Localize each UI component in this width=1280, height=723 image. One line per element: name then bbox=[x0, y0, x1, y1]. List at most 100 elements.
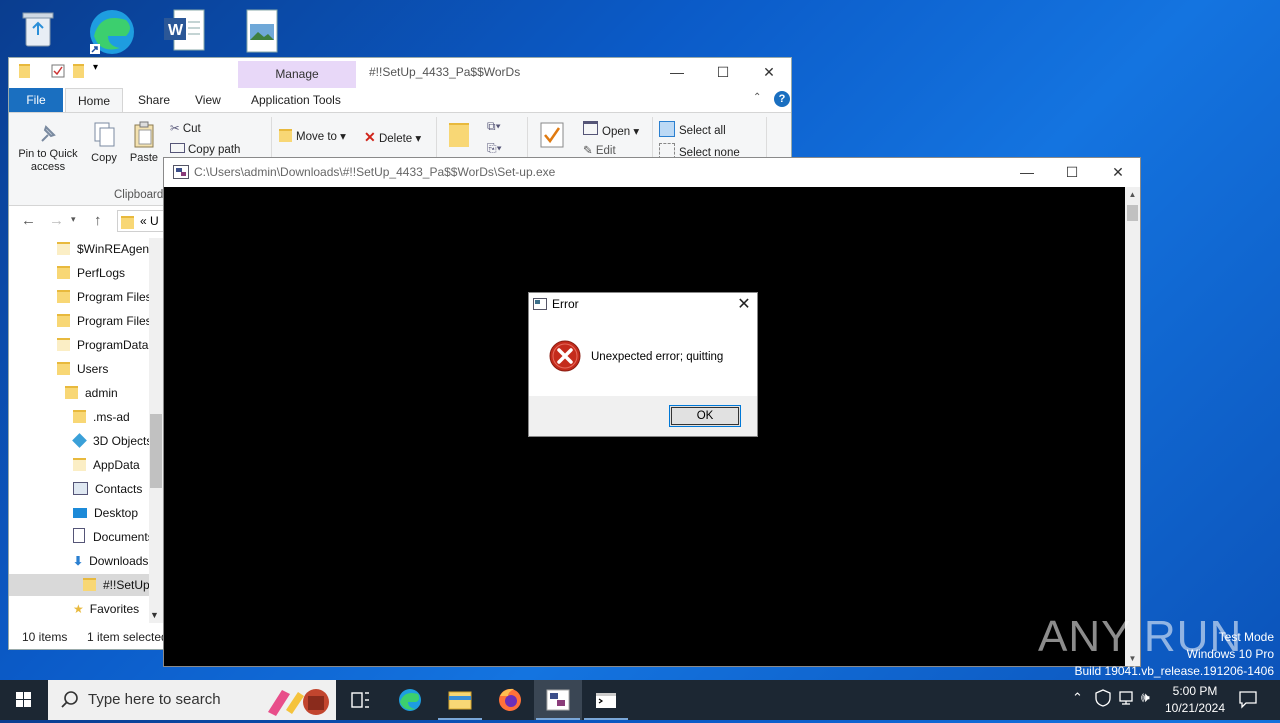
tree-scroll-down-icon[interactable]: ▼ bbox=[150, 610, 159, 620]
folder-icon bbox=[57, 242, 70, 255]
back-arrow-icon[interactable]: ← bbox=[21, 212, 36, 229]
tab-view[interactable]: View bbox=[183, 88, 233, 112]
edit-button[interactable]: ✎ Edit bbox=[583, 143, 616, 157]
star-icon: ★ bbox=[73, 602, 84, 616]
taskbar-firefox-button[interactable] bbox=[486, 680, 534, 720]
network-icon[interactable] bbox=[1118, 690, 1136, 709]
tree-item[interactable]: Program Files bbox=[57, 310, 149, 332]
tree-item[interactable]: PerfLogs bbox=[57, 262, 125, 284]
help-icon[interactable]: ? bbox=[774, 91, 790, 107]
tree-item[interactable]: $WinREAgent bbox=[57, 238, 149, 260]
forward-arrow-icon[interactable]: → bbox=[49, 212, 64, 229]
tree-item[interactable]: Desktop bbox=[73, 502, 138, 524]
tab-file[interactable]: File bbox=[9, 88, 63, 112]
customize-qat-icon[interactable]: ▾ bbox=[93, 62, 98, 78]
image-file-icon[interactable] bbox=[238, 6, 288, 56]
open-button[interactable]: Open ▾ bbox=[583, 121, 639, 138]
console-app-icon bbox=[173, 165, 189, 182]
taskbar-file-explorer-button[interactable] bbox=[436, 680, 484, 720]
tree-item[interactable]: Contacts bbox=[73, 478, 142, 500]
show-hidden-icons-icon[interactable]: ⌃ bbox=[1072, 690, 1083, 706]
edge-shortcut-icon[interactable] bbox=[86, 6, 136, 56]
notifications-icon[interactable] bbox=[1238, 689, 1258, 712]
manage-tab[interactable]: Manage bbox=[238, 61, 356, 88]
search-highlight-icon bbox=[268, 689, 329, 716]
tab-share[interactable]: Share bbox=[126, 88, 182, 112]
tree-item[interactable]: 3D Objects bbox=[72, 430, 149, 452]
copy-icon bbox=[94, 122, 115, 147]
os-edition-text: Windows 10 Pro bbox=[1186, 647, 1274, 661]
select-all-button[interactable]: Select all bbox=[659, 121, 726, 137]
delete-button[interactable]: ✕ Delete ▾ bbox=[364, 129, 421, 146]
new-folder-icon[interactable] bbox=[73, 64, 91, 80]
tree-item-label: 3D Objects bbox=[93, 434, 149, 448]
selection-count: 1 item selected bbox=[87, 630, 168, 644]
console-scroll-thumb[interactable] bbox=[1127, 205, 1138, 221]
search-box[interactable]: Type here to search bbox=[48, 680, 336, 720]
tree-item[interactable]: Program Files bbox=[57, 286, 149, 308]
pin-button[interactable]: Pin to Quick access bbox=[13, 121, 83, 174]
move-to-button[interactable]: Move to ▾ bbox=[279, 129, 346, 143]
taskbar-console-button[interactable] bbox=[582, 680, 630, 720]
copy-button[interactable]: Copy bbox=[87, 121, 121, 164]
scroll-up-icon[interactable]: ▲ bbox=[1125, 187, 1140, 202]
tree-item[interactable]: ★ Favorites bbox=[73, 598, 139, 620]
tree-scrollbar[interactable] bbox=[149, 238, 163, 623]
tab-home[interactable]: Home bbox=[65, 88, 124, 113]
recycle-bin-icon[interactable] bbox=[12, 6, 62, 56]
volume-icon[interactable]: 🕪 bbox=[1141, 689, 1150, 706]
collapse-ribbon-icon[interactable]: ⌃ bbox=[753, 92, 761, 103]
taskbar: Type here to search ⌃ 🕪 5:00 PM 10/21/20… bbox=[0, 680, 1280, 720]
new-folder-large-icon[interactable] bbox=[449, 123, 476, 148]
tree-item[interactable]: Users bbox=[57, 358, 108, 380]
clock-time: 5:00 PM bbox=[1172, 684, 1218, 698]
svg-text:W: W bbox=[168, 22, 184, 39]
clock[interactable]: 5:00 PM 10/21/2024 bbox=[1162, 683, 1228, 717]
tree-item[interactable]: AppData bbox=[73, 454, 140, 476]
copy-path-button[interactable]: Copy path bbox=[170, 143, 240, 156]
tree-scroll-thumb[interactable] bbox=[150, 414, 162, 488]
dialog-close-button[interactable]: ✕ bbox=[733, 294, 755, 314]
tree-item[interactable]: ProgramData bbox=[57, 334, 148, 356]
word-document-icon[interactable]: W bbox=[160, 6, 210, 56]
up-arrow-icon[interactable]: ↑ bbox=[94, 212, 102, 229]
tree-item[interactable]: admin bbox=[65, 382, 118, 404]
console-scrollbar[interactable]: ▲ ▼ bbox=[1125, 187, 1140, 666]
close-button[interactable]: ✕ bbox=[1095, 158, 1141, 188]
security-tray-icon[interactable] bbox=[1095, 689, 1111, 710]
search-icon bbox=[61, 691, 78, 708]
open-icon bbox=[583, 121, 598, 135]
task-view-button[interactable] bbox=[336, 680, 384, 720]
taskbar-setup-button[interactable] bbox=[534, 680, 582, 720]
error-dialog: Error ✕ Unexpected error; quitting OK bbox=[528, 292, 758, 437]
properties-icon[interactable] bbox=[51, 64, 65, 80]
taskbar-edge-button[interactable] bbox=[386, 680, 434, 720]
recent-locations-icon[interactable]: ▾ bbox=[71, 214, 76, 225]
test-mode-text: Test Mode bbox=[1218, 630, 1274, 644]
close-button[interactable]: ✕ bbox=[746, 58, 792, 88]
move-to-icon bbox=[279, 129, 292, 142]
paste-button[interactable]: Paste bbox=[127, 121, 161, 164]
maximize-button[interactable]: ☐ bbox=[700, 58, 746, 88]
minimize-button[interactable]: — bbox=[654, 58, 700, 88]
tree-item-label: Desktop bbox=[94, 506, 139, 520]
tree-item[interactable]: ⬇ Downloads bbox=[73, 550, 148, 572]
ok-button[interactable]: OK bbox=[669, 405, 741, 427]
tree-item-selected[interactable]: #!!SetUp_ bbox=[9, 574, 149, 596]
tree-item-label: Users bbox=[77, 362, 109, 376]
folder-icon bbox=[57, 266, 70, 279]
new-item-icon[interactable]: ⧉▾ bbox=[487, 119, 501, 134]
tree-item-label: Program Files bbox=[77, 314, 149, 328]
select-all-icon bbox=[659, 121, 675, 137]
minimize-button[interactable]: — bbox=[1004, 158, 1050, 188]
tab-application-tools[interactable]: Application Tools bbox=[239, 88, 353, 112]
cut-button[interactable]: ✂ Cut bbox=[170, 121, 201, 135]
maximize-button[interactable]: ☐ bbox=[1049, 158, 1095, 188]
tree-item[interactable]: .ms-ad bbox=[73, 406, 130, 428]
easy-access-icon[interactable]: ⎘▾ bbox=[487, 141, 502, 156]
start-button[interactable] bbox=[0, 680, 48, 720]
downloads-icon: ⬇ bbox=[73, 554, 84, 568]
properties-large-icon[interactable] bbox=[539, 121, 565, 152]
tree-item-label: $WinREAgent bbox=[77, 242, 149, 256]
tree-item[interactable]: Documents bbox=[73, 526, 149, 548]
